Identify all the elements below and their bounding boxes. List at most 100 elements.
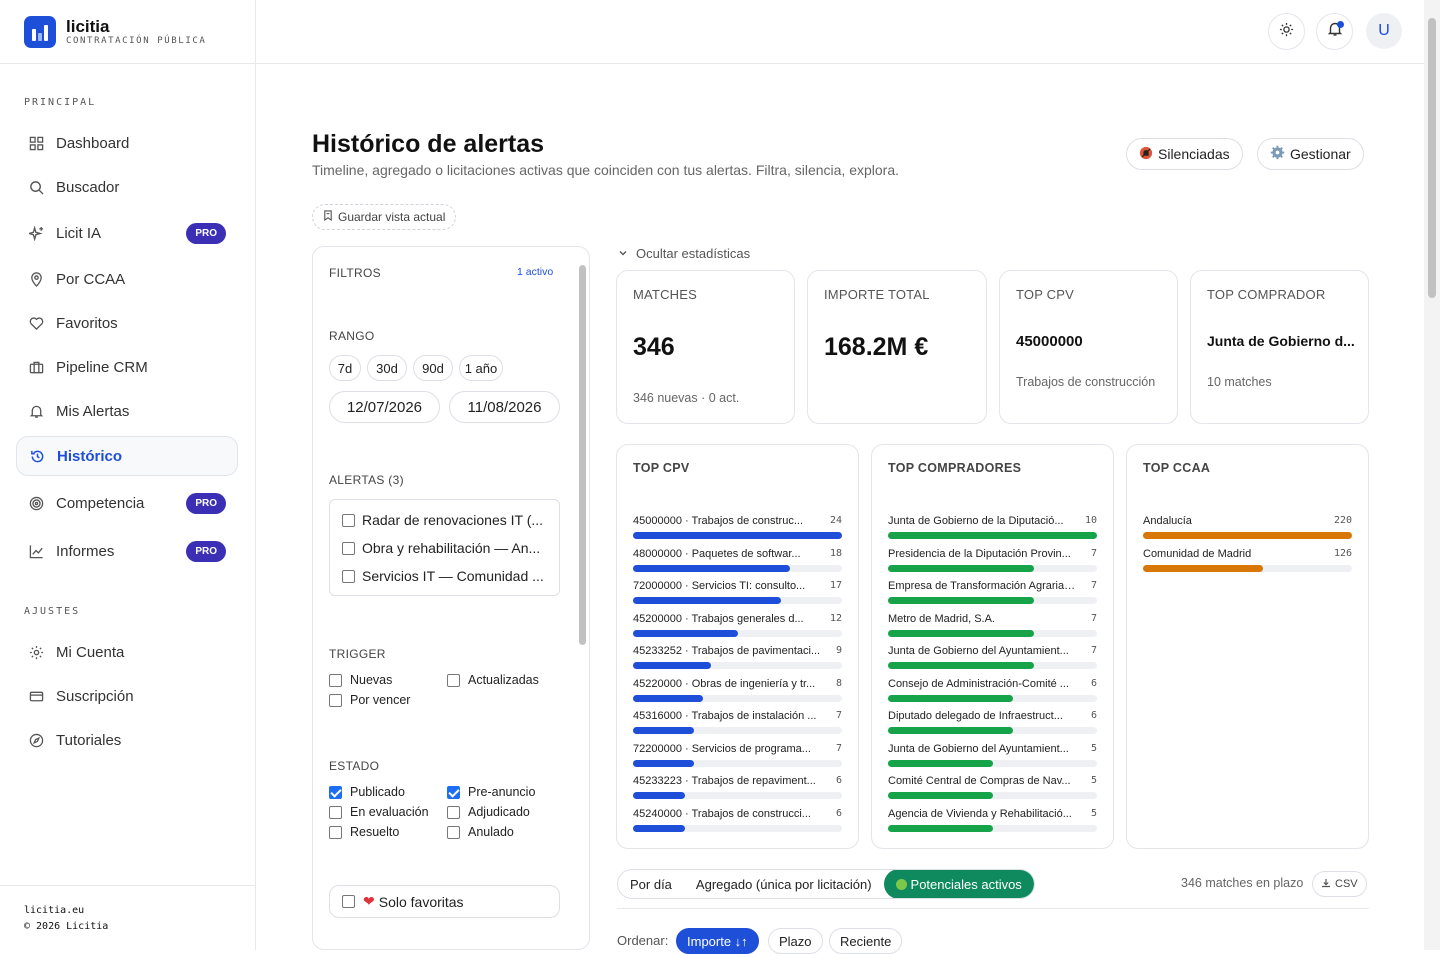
page-scrollbar[interactable] (1424, 0, 1440, 950)
bar-row[interactable]: Consejo de Administración-Comité ... 6 (888, 678, 1097, 702)
bar-row[interactable]: 48000000 · Paquetes de softwar... 18 (633, 548, 842, 572)
bar-track (633, 694, 842, 702)
sidebar-item-buscador[interactable]: Buscador (16, 167, 238, 207)
trigger-por-vencer[interactable]: Por vencer (329, 693, 410, 707)
sidebar-item-informes[interactable]: Informes PRO (16, 531, 238, 571)
filters-scrollbar[interactable] (579, 265, 586, 645)
estado-anulado[interactable]: Anulado (447, 825, 514, 839)
bar-row[interactable]: Comunidad de Madrid 126 (1143, 548, 1352, 572)
bar-row[interactable]: Presidencia de la Diputación Provin... 7 (888, 548, 1097, 572)
tab-agregado[interactable]: Agregado (única por licitación) (684, 870, 884, 898)
bar-row[interactable]: 72000000 · Servicios TI: consulto... 17 (633, 580, 842, 604)
bar-value: 6 (1090, 710, 1097, 721)
bar-row[interactable]: Empresa de Transformación Agraria ... 7 (888, 580, 1097, 604)
estado-en-evaluacion[interactable]: En evaluación (329, 805, 429, 819)
range-chip-30d[interactable]: 30d (367, 355, 407, 381)
checkbox[interactable] (342, 513, 355, 527)
range-chip-90d[interactable]: 90d (413, 355, 453, 381)
sidebar-item-suscripcion[interactable]: Suscripción (16, 676, 238, 716)
checkbox[interactable] (329, 805, 342, 819)
sort-reciente-button[interactable]: Reciente (829, 928, 903, 954)
bar-row[interactable]: 45240000 · Trabajos de construcci... 6 (633, 808, 842, 832)
active-filters-count[interactable]: 1 activo (517, 266, 553, 278)
bar-row[interactable]: Diputado delegado de Infraestruct... 6 (888, 710, 1097, 734)
bar-row[interactable]: 45316000 · Trabajos de instalación ... 7 (633, 710, 842, 734)
bar-row[interactable]: Junta de Gobierno del Ayuntamient... 5 (888, 743, 1097, 767)
estado-pre-anuncio[interactable]: Pre-anuncio (447, 785, 535, 799)
sidebar-item-mi-cuenta[interactable]: Mi Cuenta (16, 632, 238, 672)
bar-row[interactable]: Comité Central de Compras de Nav... 5 (888, 775, 1097, 799)
sidebar-footer: licitia.eu © 2026 Licitia (0, 885, 256, 935)
checkbox[interactable] (447, 805, 460, 819)
bar-fill (888, 662, 1035, 669)
date-to-input[interactable]: 11/08/2026 (449, 391, 560, 423)
silenced-button[interactable]: Silenciadas (1126, 138, 1243, 170)
bar-label: 45316000 · Trabajos de instalación ... (633, 710, 817, 722)
favorites-toggle[interactable]: ❤ Solo favoritas (329, 885, 560, 918)
alert-option[interactable]: Obra y rehabilitación — An... (342, 540, 547, 556)
sidebar-item-historico[interactable]: Histórico (16, 436, 238, 476)
sidebar-item-pipeline-crm[interactable]: Pipeline CRM (16, 347, 238, 387)
csv-export-button[interactable]: CSV (1312, 871, 1367, 897)
sidebar-item-por-ccaa[interactable]: Por CCAA (16, 259, 238, 299)
sidebar-item-label: Suscripción (56, 687, 134, 705)
bar-row[interactable]: 45200000 · Trabajos generales d... 12 (633, 613, 842, 637)
filters-title: FILTROS (329, 266, 381, 280)
sidebar-item-label: Mi Cuenta (56, 643, 125, 661)
avatar[interactable]: U (1366, 13, 1402, 49)
sidebar-item-licit-ia[interactable]: Licit IA PRO (16, 213, 238, 253)
sort-importe-button[interactable]: Importe ↓↑ (676, 928, 759, 954)
estado-adjudicado[interactable]: Adjudicado (447, 805, 530, 819)
date-from-input[interactable]: 12/07/2026 (329, 391, 440, 423)
bar-row[interactable]: 45220000 · Obras de ingeniería y tr... 8 (633, 678, 842, 702)
range-title: RANGO (329, 329, 375, 343)
bar-row[interactable]: Agencia de Vivienda y Rehabilitació... 5 (888, 808, 1097, 832)
bar-row[interactable]: Junta de Gobierno del Ayuntamient... 7 (888, 645, 1097, 669)
toggle-stats-button[interactable]: Ocultar estadísticas (618, 246, 750, 261)
tab-por-dia[interactable]: Por día (618, 870, 684, 898)
trigger-nuevas[interactable]: Nuevas (329, 673, 392, 687)
range-chip-1-year[interactable]: 1 año (459, 355, 503, 381)
bar-row[interactable]: Metro de Madrid, S.A. 7 (888, 613, 1097, 637)
notifications-button[interactable] (1316, 13, 1353, 50)
bar-row[interactable]: Junta de Gobierno de la Diputació... 10 (888, 515, 1097, 539)
estado-publicado[interactable]: Publicado (329, 785, 405, 799)
bar-row[interactable]: 45233223 · Trabajos de repaviment... 6 (633, 775, 842, 799)
checkbox[interactable] (342, 895, 355, 908)
theme-toggle-button[interactable] (1268, 13, 1305, 50)
bar-row[interactable]: 72200000 · Servicios de programa... 7 (633, 743, 842, 767)
footer-site: licitia.eu (24, 905, 85, 916)
bar-label: Junta de Gobierno del Ayuntamient... (888, 645, 1069, 657)
checkbox[interactable] (447, 673, 460, 687)
checkbox[interactable] (447, 825, 460, 839)
range-chip-7d[interactable]: 7d (329, 355, 361, 381)
bar-value: 7 (835, 742, 842, 754)
checkbox[interactable] (329, 825, 342, 839)
sidebar-item-dashboard[interactable]: Dashboard (16, 123, 238, 163)
tab-potenciales-activos[interactable]: Potenciales activos (883, 870, 1034, 898)
checkbox-label: Resuelto (350, 825, 400, 839)
alert-option[interactable]: Radar de renovaciones IT (... (342, 512, 547, 528)
checkbox-checked[interactable] (329, 785, 342, 799)
bar-row[interactable]: Andalucía 220 (1143, 515, 1352, 539)
sidebar-item-mis-alertas[interactable]: Mis Alertas (16, 391, 238, 431)
trigger-actualizadas[interactable]: Actualizadas (447, 673, 539, 687)
checkbox[interactable] (329, 673, 342, 687)
sort-plazo-button[interactable]: Plazo (768, 928, 823, 954)
alert-option[interactable]: Servicios IT — Comunidad ... (342, 568, 547, 584)
app-name: licitia (66, 16, 110, 36)
estado-resuelto[interactable]: Resuelto (329, 825, 399, 839)
sidebar-item-tutoriales[interactable]: Tutoriales (16, 720, 238, 760)
sparkles-icon (28, 225, 44, 241)
sidebar-item-favoritos[interactable]: Favoritos (16, 303, 238, 343)
logo[interactable]: licitia CONTRATACIÓN PÚBLICA (24, 16, 206, 48)
manage-button[interactable]: Gestionar (1257, 138, 1364, 170)
checkbox[interactable] (342, 541, 355, 555)
checkbox-checked[interactable] (447, 785, 460, 799)
checkbox[interactable] (329, 693, 342, 707)
bar-row[interactable]: 45000000 · Trabajos de construc... 24 (633, 515, 842, 539)
sidebar-item-competencia[interactable]: Competencia PRO (16, 483, 238, 523)
checkbox[interactable] (342, 569, 355, 583)
save-view-button[interactable]: Guardar vista actual (312, 204, 457, 230)
bar-row[interactable]: 45233252 · Trabajos de pavimentaci... 9 (633, 645, 842, 669)
